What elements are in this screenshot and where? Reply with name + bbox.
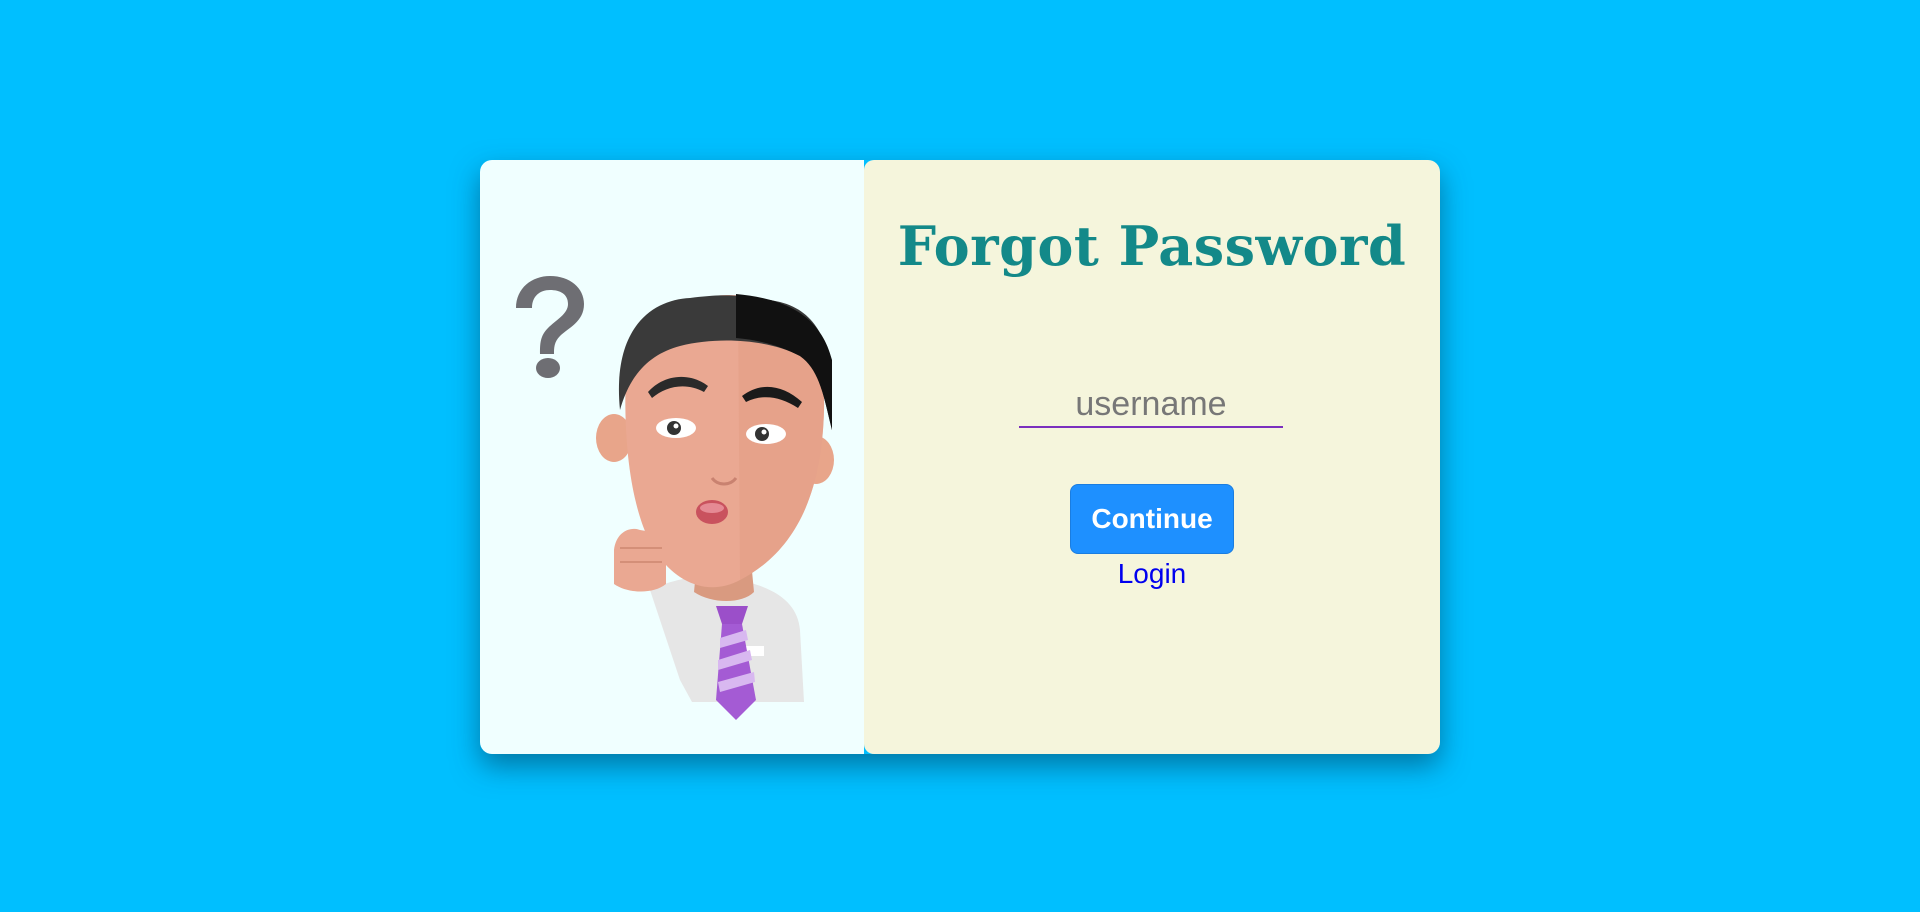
page-title: Forgot Password <box>897 214 1407 278</box>
continue-button[interactable]: Continue <box>1070 484 1234 554</box>
login-link[interactable]: Login <box>864 558 1440 590</box>
question-mark-icon <box>516 276 584 378</box>
forgot-password-card: Forgot Password Continue Login <box>480 160 1440 754</box>
username-input[interactable] <box>1019 382 1283 428</box>
illustration-panel <box>480 160 864 754</box>
confused-man-icon <box>516 276 834 720</box>
form-panel: Forgot Password Continue Login <box>864 160 1440 754</box>
